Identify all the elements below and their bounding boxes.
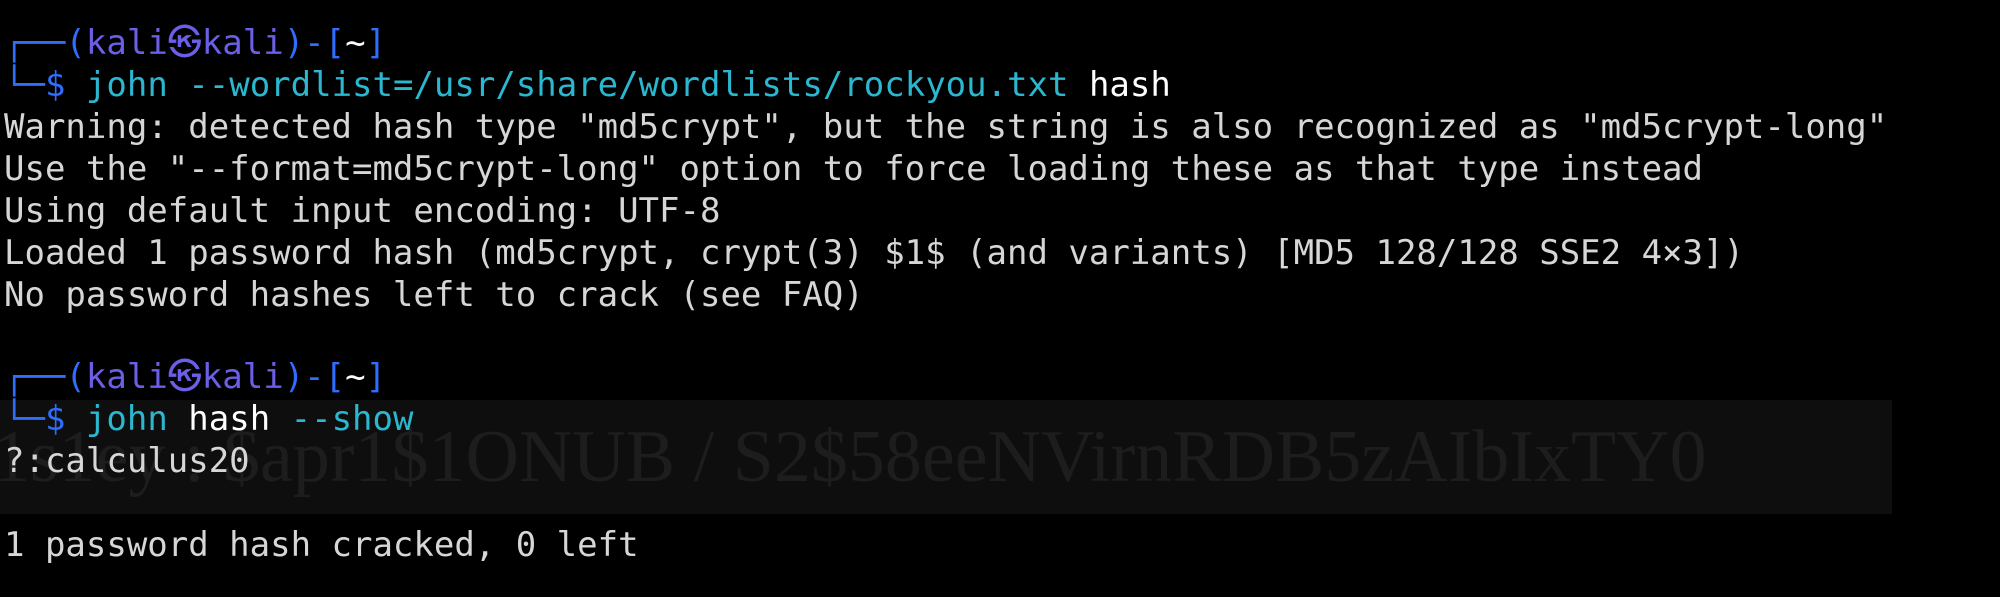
prompt-open-paren: ( <box>65 357 86 397</box>
prompt-open-paren: ( <box>65 23 86 63</box>
prompt-frame-top: ┌── <box>4 357 66 397</box>
command-target: hash <box>167 399 271 439</box>
prompt-user: kali <box>85 23 168 63</box>
prompt-dir: ~ <box>345 23 366 63</box>
command-args: --show <box>270 399 414 439</box>
prompt-at-icon: ㉿ <box>167 357 202 397</box>
prompt-dollar: $ <box>44 65 66 105</box>
prompt1-command-line: └─$ john --wordlist=/usr/share/wordlists… <box>4 64 1171 106</box>
output-line: Warning: detected hash type "md5crypt", … <box>4 107 1888 147</box>
crack-summary: 1 password hash cracked, 0 left <box>4 525 639 565</box>
output-line: Loaded 1 password hash (md5crypt, crypt(… <box>4 233 1744 273</box>
prompt-user: kali <box>85 357 168 397</box>
prompt-close-paren: )-[ <box>283 23 346 63</box>
prompt-close-paren: )-[ <box>283 357 346 397</box>
cracked-result: ?:calculus20 <box>4 441 250 481</box>
command-target: hash <box>1068 65 1171 105</box>
prompt-frame-top: ┌── <box>4 23 66 63</box>
prompt-close-bracket: ] <box>365 357 387 397</box>
output-line: No password hashes left to crack (see FA… <box>4 275 864 315</box>
output-line: Use the "--format=md5crypt-long" option … <box>4 149 1703 189</box>
prompt1-header: ┌──(kali㉿kali)-[~] <box>4 22 386 64</box>
prompt2-header: ┌──(kali㉿kali)-[~] <box>4 356 386 398</box>
prompt-close-bracket: ] <box>365 23 387 63</box>
prompt-dir: ~ <box>345 357 366 397</box>
prompt-at-icon: ㉿ <box>167 23 202 63</box>
command-name: john <box>85 65 168 105</box>
prompt-host: kali <box>201 23 284 63</box>
prompt-frame-bottom: └─ <box>4 399 45 439</box>
prompt-dollar: $ <box>44 399 66 439</box>
terminal-window[interactable]: a1s1ey : $apr1$1ONUB / S2$58eeNVirnRDB5z… <box>0 0 2000 597</box>
prompt2-command-line: └─$ john hash --show <box>4 398 413 440</box>
command-name: john <box>85 399 168 439</box>
prompt-host: kali <box>201 357 284 397</box>
command-args: --wordlist=/usr/share/wordlists/rockyou.… <box>167 65 1069 105</box>
prompt-frame-bottom: └─ <box>4 65 45 105</box>
output-line: Using default input encoding: UTF-8 <box>4 191 721 231</box>
